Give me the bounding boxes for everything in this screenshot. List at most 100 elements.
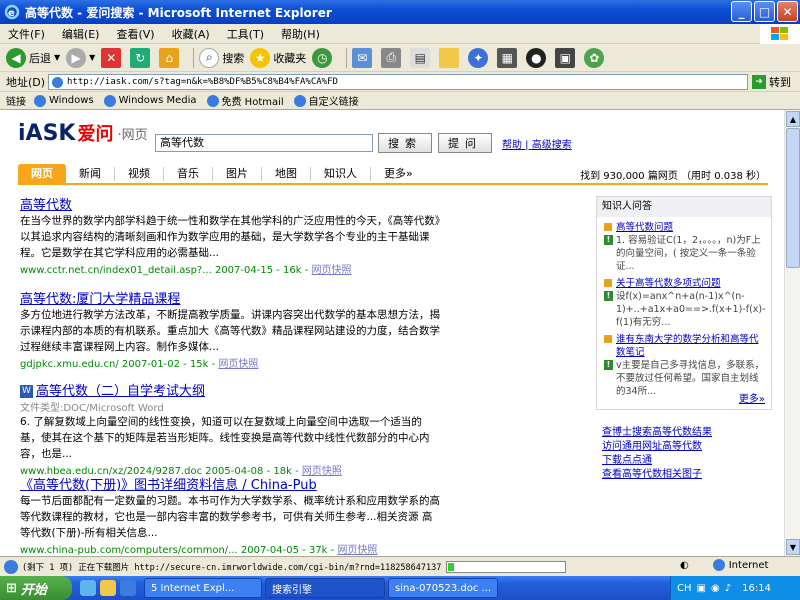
scroll-down-button[interactable]: ▼ — [786, 539, 800, 555]
lock-icon: ◐ — [680, 559, 689, 571]
menu-tools[interactable]: 工具(T) — [227, 26, 264, 42]
tab-music[interactable]: 音乐 — [164, 167, 213, 181]
link-label: 免费 Hotmail — [221, 97, 284, 108]
menu-view[interactable]: 查看(V) — [116, 26, 154, 42]
menu-edit[interactable]: 编辑(E) — [62, 26, 100, 42]
logo-ai: 爱问 — [77, 124, 114, 145]
address-url: http://iask.com/s?tag=n&k=%B8%DF%B5%C8%B… — [67, 77, 338, 87]
tab-images[interactable]: 图片 — [213, 167, 262, 181]
menu-favorites[interactable]: 收藏(A) — [172, 26, 210, 42]
research-button[interactable]: ▦ — [497, 47, 520, 68]
messenger-icon: ✦ — [468, 47, 489, 68]
top-links: 帮助 | 高级搜索 — [502, 140, 572, 151]
menu-bar: 文件(F) 编辑(E) 查看(V) 收藏(A) 工具(T) 帮助(H) — [0, 24, 800, 44]
result-snippet: 多方位地进行教学方法改革，不断提高教学质量。讲课内容突出代数学的基本思想方法，揭… — [20, 309, 440, 353]
result-url: www.cctr.net.cn/index01_detail.asp?... 2… — [20, 261, 440, 276]
related-links: 查博士搜索高等代数结果 访问通用网址高等代数 下载点点通 查看高等代数相关图子 — [602, 426, 712, 482]
iask-logo[interactable]: iASK 爱问 ·网页 — [18, 120, 148, 146]
maximize-button[interactable]: □ — [754, 1, 775, 22]
scroll-thumb[interactable] — [786, 128, 800, 268]
stop-button[interactable]: ✕ — [101, 47, 124, 68]
link-windows[interactable]: Windows — [34, 94, 94, 107]
close-button[interactable]: ✕ — [777, 1, 798, 22]
qa-sidebar: 知识人问答 高等代数问题 1. 容易验证C(1，2，。。。，n)为F上的向量空间… — [596, 196, 772, 410]
task-word[interactable]: sina-070523.doc ... — [388, 578, 498, 598]
tab-maps[interactable]: 地图 — [262, 167, 311, 181]
favorites-button[interactable]: ★ 收藏夹 — [250, 47, 306, 68]
qa-question[interactable]: 高等代数问题 — [602, 221, 766, 234]
cache-link[interactable]: 网页快照 — [337, 545, 377, 556]
mail-icon: ✉ — [352, 47, 373, 68]
link-custom[interactable]: 自定义链接 — [293, 93, 359, 108]
address-input[interactable]: http://iask.com/s?tag=n&k=%B8%DF%B5%C8%B… — [48, 74, 748, 90]
chevron-down-icon: ▼ — [89, 53, 96, 62]
tab-more[interactable]: 更多» — [371, 167, 426, 181]
ie-page-icon — [103, 94, 116, 107]
refresh-button[interactable]: ↻ — [130, 47, 153, 68]
search-input[interactable]: 高等代数 — [155, 134, 373, 152]
go-label: 转到 — [769, 76, 791, 89]
language-indicator[interactable]: CH — [677, 583, 692, 594]
system-tray: CH ▣ ◉ ♪ 16:14 — [670, 576, 800, 600]
folder-quicklaunch-icon[interactable] — [100, 580, 116, 596]
start-button[interactable]: ⊞ 开始 — [0, 576, 72, 600]
tab-web[interactable]: 网页 — [18, 164, 66, 184]
advanced-search-link[interactable]: 高级搜索 — [532, 140, 572, 151]
volume-icon[interactable]: ♪ — [725, 583, 731, 594]
qa-question[interactable]: 关于高等代数多项式问题 — [602, 277, 766, 290]
ie-page-icon — [293, 94, 306, 107]
folder-button[interactable] — [439, 47, 462, 68]
print-button[interactable]: ⎙ — [381, 47, 404, 68]
task-ie[interactable]: 5 Internet Expl... — [144, 578, 262, 598]
more-link[interactable]: 更多» — [739, 390, 765, 405]
back-button[interactable]: ◀ 后退 ▼ — [6, 47, 61, 68]
result-url: gdjpkc.xmu.edu.cn/ 2007-01-02 - 15k - 网页… — [20, 355, 440, 370]
result-title[interactable]: 高等代数:厦门大学精品课程 — [20, 288, 440, 307]
chevron-down-icon: ▼ — [54, 53, 61, 62]
tab-video[interactable]: 视频 — [115, 167, 164, 181]
result-title[interactable]: W 高等代数（二）自学考试大纲 — [20, 380, 440, 399]
related-link[interactable]: 查博士搜索高等代数结果 — [602, 426, 712, 440]
home-button[interactable]: ⌂ — [159, 47, 182, 68]
result-url-text: gdjpkc.xmu.edu.cn/ 2007-01-02 - 15k - — [20, 359, 219, 370]
ie-quicklaunch-icon[interactable] — [80, 580, 96, 596]
link-hotmail[interactable]: 免费 Hotmail — [206, 93, 284, 108]
result-url-text: www.china-pub.com/computers/common/... 2… — [20, 545, 338, 556]
calc-button[interactable]: ▣ — [555, 47, 578, 68]
search-button[interactable]: ⌕ 搜索 — [199, 47, 244, 68]
result-title[interactable]: 高等代数 — [20, 194, 440, 213]
window-title: 高等代数 - 爱问搜索 - Microsoft Internet Explore… — [25, 5, 332, 20]
forward-button[interactable]: ▶ ▼ — [66, 47, 96, 68]
go-button[interactable]: ➜ 转到 — [752, 74, 791, 90]
cache-link[interactable]: 网页快照 — [218, 359, 258, 370]
links-bar: 链接 Windows Windows Media 免费 Hotmail 自定义链… — [0, 92, 800, 110]
msn-button[interactable]: ✿ — [584, 47, 607, 68]
search-submit-button[interactable]: 搜索 — [378, 133, 432, 153]
desktop-quicklaunch-icon[interactable] — [120, 580, 136, 596]
tab-news[interactable]: 新闻 — [66, 167, 115, 181]
qa-question[interactable]: 谁有东南大学的数学分析和高等代数笔记 — [602, 333, 766, 359]
cache-link[interactable]: 网页快照 — [312, 265, 352, 276]
tray-icon[interactable]: ▣ — [697, 583, 706, 594]
related-link[interactable]: 下载点点通 — [602, 454, 712, 468]
related-link[interactable]: 查看高等代数相关图子 — [602, 468, 712, 482]
result-title[interactable]: 《高等代数(下册)》图书详细资料信息 / China-Pub — [20, 474, 440, 493]
menu-file[interactable]: 文件(F) — [8, 26, 45, 42]
messenger-button[interactable]: ✦ — [468, 47, 491, 68]
link-label: 自定义链接 — [308, 97, 359, 108]
related-link[interactable]: 访问通用网址高等代数 — [602, 440, 712, 454]
ask-button[interactable]: 提问 — [438, 133, 492, 153]
menu-help[interactable]: 帮助(H) — [281, 26, 320, 42]
scroll-up-button[interactable]: ▲ — [786, 111, 800, 127]
minimize-button[interactable]: _ — [731, 1, 752, 22]
link-windows-media[interactable]: Windows Media — [103, 94, 197, 107]
tab-zhishiren[interactable]: 知识人 — [311, 167, 371, 181]
edit-button[interactable]: ▤ — [410, 47, 433, 68]
mail-button[interactable]: ✉ — [352, 47, 375, 68]
task-search-engine[interactable]: 搜索引擎 — [265, 578, 385, 598]
history-button[interactable]: ◷ — [312, 47, 335, 68]
tray-icon[interactable]: ◉ — [711, 583, 720, 594]
qq-button[interactable]: ● — [526, 47, 549, 68]
vertical-scrollbar[interactable]: ▲ ▼ — [784, 110, 800, 556]
help-link[interactable]: 帮助 — [502, 140, 522, 151]
